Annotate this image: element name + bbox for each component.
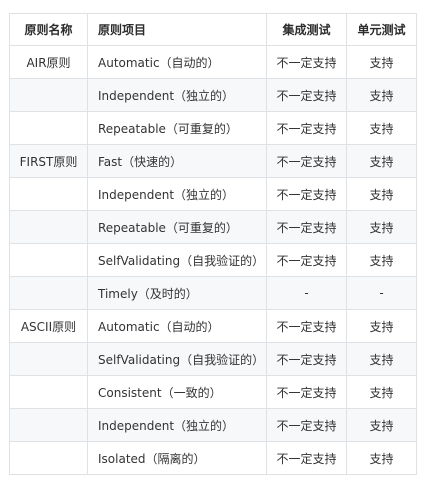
cell-unit-test: 支持 bbox=[346, 243, 417, 277]
principles-table-container: 原则名称 原则项目 集成测试 单元测试 AIR原则 Automatic（自动的）… bbox=[9, 13, 417, 475]
cell-principle-name: ASCII原则 bbox=[9, 309, 88, 343]
cell-unit-test: 支持 bbox=[346, 210, 417, 244]
table-row: Repeatable（可重复的） 不一定支持 支持 bbox=[9, 210, 417, 244]
table-header: 原则名称 原则项目 集成测试 单元测试 bbox=[9, 13, 417, 46]
cell-principle-item: Independent（独立的） bbox=[87, 408, 267, 442]
cell-unit-test: 支持 bbox=[346, 375, 417, 409]
cell-principle-item: Fast（快速的） bbox=[87, 144, 267, 178]
cell-principle-name bbox=[9, 276, 88, 310]
cell-principle-item: Independent（独立的） bbox=[87, 177, 267, 211]
header-unit-test: 单元测试 bbox=[346, 13, 417, 46]
cell-principle-name: AIR原则 bbox=[9, 45, 88, 79]
cell-integration-test: 不一定支持 bbox=[266, 210, 347, 244]
cell-principle-name bbox=[9, 111, 88, 145]
table-row: ASCII原则 Automatic（自动的） 不一定支持 支持 bbox=[9, 309, 417, 343]
cell-principle-name: FIRST原则 bbox=[9, 144, 88, 178]
cell-principle-name bbox=[9, 408, 88, 442]
cell-integration-test: 不一定支持 bbox=[266, 177, 347, 211]
header-principle-item: 原则项目 bbox=[87, 13, 267, 46]
table-row: Independent（独立的） 不一定支持 支持 bbox=[9, 78, 417, 112]
header-principle-name: 原则名称 bbox=[9, 13, 88, 46]
cell-integration-test: 不一定支持 bbox=[266, 408, 347, 442]
cell-principle-item: SelfValidating（自我验证的） bbox=[87, 243, 267, 277]
cell-principle-item: Automatic（自动的） bbox=[87, 309, 267, 343]
cell-unit-test: 支持 bbox=[346, 342, 417, 376]
cell-principle-item: Consistent（一致的） bbox=[87, 375, 267, 409]
table-body: AIR原则 Automatic（自动的） 不一定支持 支持 Independen… bbox=[9, 45, 417, 475]
cell-principle-item: Timely（及时的） bbox=[87, 276, 267, 310]
cell-integration-test: 不一定支持 bbox=[266, 309, 347, 343]
cell-unit-test: 支持 bbox=[346, 45, 417, 79]
cell-principle-name bbox=[9, 375, 88, 409]
table-row: FIRST原则 Fast（快速的） 不一定支持 支持 bbox=[9, 144, 417, 178]
cell-unit-test: 支持 bbox=[346, 78, 417, 112]
cell-principle-item: Independent（独立的） bbox=[87, 78, 267, 112]
cell-integration-test: 不一定支持 bbox=[266, 342, 347, 376]
table-row: Independent（独立的） 不一定支持 支持 bbox=[9, 408, 417, 442]
table-row: Independent（独立的） 不一定支持 支持 bbox=[9, 177, 417, 211]
cell-principle-name bbox=[9, 243, 88, 277]
cell-unit-test: 支持 bbox=[346, 111, 417, 145]
cell-integration-test: 不一定支持 bbox=[266, 45, 347, 79]
cell-principle-name bbox=[9, 210, 88, 244]
table-row: Isolated（隔离的） 不一定支持 支持 bbox=[9, 441, 417, 475]
cell-principle-name bbox=[9, 177, 88, 211]
table-row: Timely（及时的） - - bbox=[9, 276, 417, 310]
cell-integration-test: 不一定支持 bbox=[266, 441, 347, 475]
cell-principle-item: Repeatable（可重复的） bbox=[87, 111, 267, 145]
cell-unit-test: 支持 bbox=[346, 408, 417, 442]
cell-integration-test: 不一定支持 bbox=[266, 78, 347, 112]
table-row: AIR原则 Automatic（自动的） 不一定支持 支持 bbox=[9, 45, 417, 79]
cell-unit-test: 支持 bbox=[346, 144, 417, 178]
cell-principle-name bbox=[9, 441, 88, 475]
cell-principle-item: Repeatable（可重复的） bbox=[87, 210, 267, 244]
table-row: SelfValidating（自我验证的） 不一定支持 支持 bbox=[9, 342, 417, 376]
table-row: Repeatable（可重复的） 不一定支持 支持 bbox=[9, 111, 417, 145]
cell-unit-test: 支持 bbox=[346, 177, 417, 211]
cell-unit-test: 支持 bbox=[346, 309, 417, 343]
cell-unit-test: 支持 bbox=[346, 441, 417, 475]
cell-unit-test: - bbox=[346, 276, 417, 310]
cell-principle-item: Automatic（自动的） bbox=[87, 45, 267, 79]
cell-integration-test: 不一定支持 bbox=[266, 111, 347, 145]
cell-integration-test: 不一定支持 bbox=[266, 375, 347, 409]
cell-principle-name bbox=[9, 78, 88, 112]
table-row: Consistent（一致的） 不一定支持 支持 bbox=[9, 375, 417, 409]
cell-integration-test: 不一定支持 bbox=[266, 144, 347, 178]
cell-integration-test: 不一定支持 bbox=[266, 243, 347, 277]
header-integration-test: 集成测试 bbox=[266, 13, 347, 46]
header-row: 原则名称 原则项目 集成测试 单元测试 bbox=[9, 13, 417, 46]
cell-principle-item: SelfValidating（自我验证的） bbox=[87, 342, 267, 376]
table-row: SelfValidating（自我验证的） 不一定支持 支持 bbox=[9, 243, 417, 277]
cell-principle-name bbox=[9, 342, 88, 376]
cell-integration-test: - bbox=[266, 276, 347, 310]
principles-table: 原则名称 原则项目 集成测试 单元测试 AIR原则 Automatic（自动的）… bbox=[9, 13, 417, 475]
cell-principle-item: Isolated（隔离的） bbox=[87, 441, 267, 475]
